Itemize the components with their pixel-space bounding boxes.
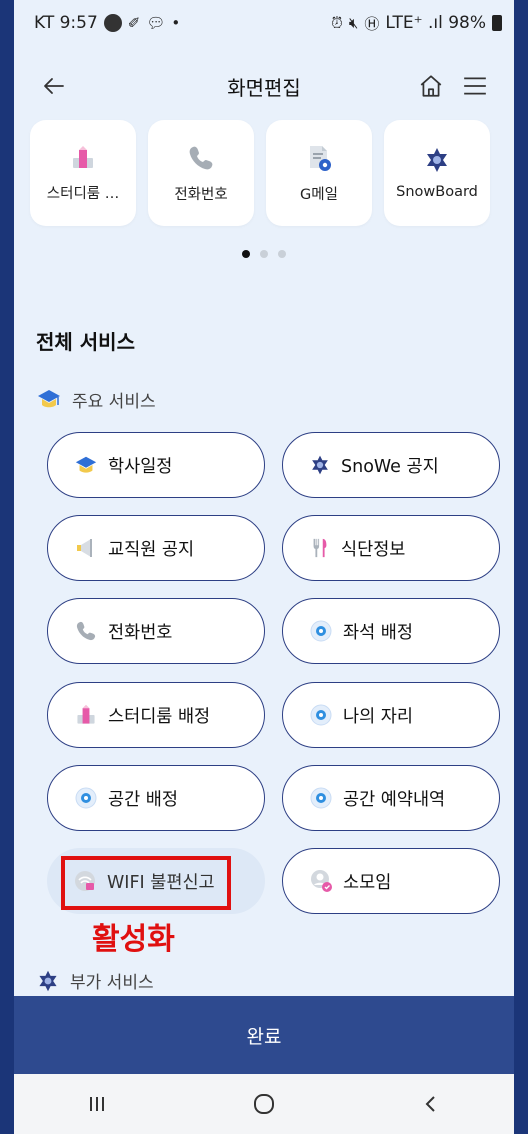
service-pill-academic-calendar[interactable]: 학사일정 [47, 432, 265, 498]
service-label: 좌석 배정 [343, 622, 413, 643]
header: 화면편집 [14, 46, 514, 126]
graduation-cap-icon [38, 390, 60, 408]
favorites-row: 스터디룸 … 전화번호 G메일 SnowBoard [30, 120, 514, 230]
phone-icon [189, 146, 213, 169]
chat-icon: 💬︎ [146, 14, 166, 32]
service-pill-space-reservations[interactable]: 공간 예약내역 [282, 765, 500, 831]
alarm-icon: ⏰︎ [331, 14, 343, 32]
page-dot-active[interactable] [242, 250, 250, 258]
clock-app-icon [103, 14, 122, 32]
favorite-label: 전화번호 [174, 186, 228, 203]
hd-icon: Ⓗ [364, 14, 380, 33]
favorite-card-gmail[interactable]: G메일 [266, 120, 372, 226]
home-circle-icon [253, 1094, 274, 1114]
home-icon [420, 75, 442, 97]
snowflake-icon [39, 970, 57, 991]
snowflake-icon [312, 455, 328, 475]
service-label: SnoWe 공지 [341, 456, 439, 477]
service-pill-staff-notice[interactable]: 교직원 공지 [47, 515, 265, 581]
status-bar: KT 9:57 ✐ 💬︎ • ⏰︎ 🔇︎ Ⓗ LTE⁺ .ıl 98% [14, 0, 514, 46]
favorite-label: G메일 [300, 186, 338, 203]
favorite-label: 스터디룸 … [46, 185, 120, 202]
service-label: 식단정보 [341, 539, 406, 560]
service-pill-meal-info[interactable]: 식단정보 [282, 515, 500, 581]
back-button[interactable] [42, 74, 66, 98]
favorite-label: SnowBoard [396, 184, 478, 200]
complete-button[interactable]: 완료 [14, 996, 514, 1074]
recent-apps-icon [90, 1097, 105, 1111]
service-pill-phone-directory[interactable]: 전화번호 [47, 598, 265, 664]
target-icon [75, 787, 97, 809]
notification-dot-icon: • [171, 14, 181, 32]
battery-icon [492, 15, 502, 31]
system-nav-bar [14, 1074, 514, 1134]
highlight-box [61, 856, 231, 910]
favorite-card-studyroom[interactable]: 스터디룸 … [30, 120, 136, 226]
page-dot[interactable] [260, 250, 268, 258]
back-chevron-icon [425, 1096, 435, 1112]
service-pill-snowe-notice[interactable]: SnoWe 공지 [282, 432, 500, 498]
service-label: 소모임 [343, 872, 392, 893]
graduation-cap-icon [75, 456, 97, 473]
service-pill-studyroom-assignment[interactable]: 스터디룸 배정 [47, 682, 265, 748]
mute-icon: 🔇︎ [348, 14, 359, 32]
cutlery-icon [313, 538, 327, 558]
favorite-card-snowboard[interactable]: SnowBoard [384, 120, 490, 226]
service-label: 공간 예약내역 [343, 789, 446, 810]
target-icon [310, 787, 332, 809]
studyroom-icon [73, 145, 93, 168]
gmail-icon [310, 145, 331, 171]
service-label: 스터디룸 배정 [108, 706, 211, 727]
service-label: 교직원 공지 [108, 539, 195, 560]
service-label: 공간 배정 [108, 789, 178, 810]
recent-apps-button[interactable] [67, 1079, 127, 1129]
status-time: KT 9:57 [34, 13, 98, 33]
back-nav-button[interactable] [401, 1079, 461, 1129]
club-icon [311, 870, 332, 892]
service-pill-seat-assignment[interactable]: 좌석 배정 [282, 598, 500, 664]
page-indicator [14, 250, 514, 258]
favorite-card-phone[interactable]: 전화번호 [148, 120, 254, 226]
main-services-subhead: 주요 서비스 [36, 386, 156, 412]
pen-icon: ✐ [127, 14, 141, 32]
activation-annotation: 활성화 [92, 922, 175, 957]
extra-services-subhead: 부가 서비스 [36, 968, 154, 993]
service-label: 학사일정 [108, 456, 173, 477]
service-pill-my-seat[interactable]: 나의 자리 [282, 682, 500, 748]
home-nav-button[interactable] [234, 1079, 294, 1129]
service-pill-club[interactable]: 소모임 [282, 848, 500, 914]
signal-battery-text: LTE⁺ .ıl 98% [385, 13, 486, 33]
all-services-title: 전체 서비스 [36, 330, 135, 354]
megaphone-icon [77, 539, 92, 557]
home-button[interactable] [418, 73, 444, 99]
main-services-label: 주요 서비스 [72, 391, 156, 412]
app-content: 화면편집 스터디룸 … 전화번호 G메일 SnowBoard 전체 서비스 주요… [14, 46, 514, 996]
page-dot[interactable] [278, 250, 286, 258]
studyroom-icon [77, 704, 95, 724]
snowflake-icon [427, 148, 447, 172]
target-icon [310, 620, 332, 642]
service-label: 전화번호 [108, 622, 173, 643]
hamburger-menu-icon [464, 77, 486, 95]
target-icon [310, 704, 332, 726]
phone-icon [76, 621, 96, 641]
extra-services-label: 부가 서비스 [70, 973, 154, 993]
back-arrow-icon [44, 78, 64, 94]
service-pill-space-assignment[interactable]: 공간 배정 [47, 765, 265, 831]
service-label: 나의 자리 [343, 706, 413, 727]
phone-screen: KT 9:57 ✐ 💬︎ • ⏰︎ 🔇︎ Ⓗ LTE⁺ .ıl 98% 화면편집 [14, 0, 514, 1134]
menu-button[interactable] [462, 73, 488, 99]
